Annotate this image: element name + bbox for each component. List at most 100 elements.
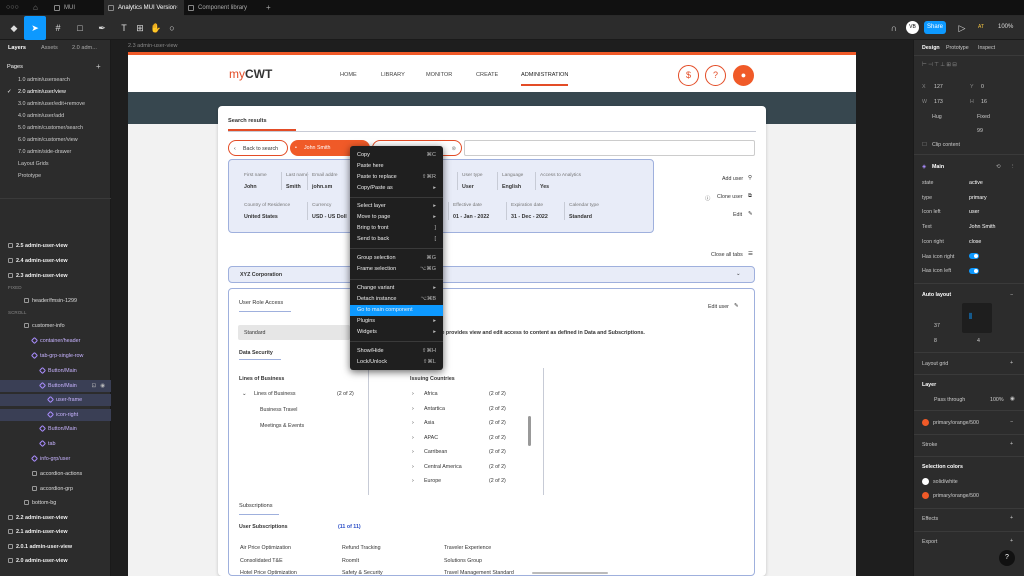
tab-layers[interactable]: Layers [8,45,26,51]
nav-monitor[interactable]: MONITOR [426,72,452,78]
alignment-grid[interactable]: ⫴ [962,303,992,333]
nav-home[interactable]: HOME [340,72,357,78]
tab-analytics[interactable]: Analytics MUI Version × [104,0,184,16]
chevron-right-icon[interactable]: › [412,464,414,470]
chevron-down-icon[interactable]: ⌄ [736,271,740,277]
eye-icon[interactable]: ◉ [1010,396,1015,402]
blend-mode-select[interactable]: Pass through [934,397,965,403]
page-item[interactable]: 1.0 admin/usersearch [0,74,111,86]
x-value[interactable]: 127 [934,84,943,90]
frame-label[interactable]: 2.3 admin-user-view [128,43,178,49]
color-white[interactable]: solid/white [933,479,958,485]
move-tool-icon[interactable]: ➤ [24,16,46,40]
menu-item[interactable]: Show/Hide ⇧⌘H [350,346,443,357]
add-user-button[interactable]: Add user [722,176,743,182]
layer-item[interactable]: 2.0.1 admin-user-view [0,541,111,553]
gap-value[interactable]: 37 [934,323,940,329]
search-input[interactable] [464,140,755,156]
country-name[interactable]: Central America [424,464,462,470]
home-icon[interactable]: ⌂ [33,3,38,12]
window-controls-icon[interactable]: ○○○ [6,4,19,11]
w-value[interactable]: 173 [934,99,943,105]
clip-content-label[interactable]: Clip content [932,142,960,148]
lob-child[interactable]: Business Travel [260,407,297,413]
tab-design[interactable]: Design [922,45,940,51]
clone-user-button[interactable]: Clone user [717,194,743,200]
horizontal-scrollbar[interactable] [532,572,608,574]
menu-item[interactable]: Bring to front] [350,223,443,234]
menu-item[interactable]: Select layer ▸ [350,201,443,212]
add-user-icon[interactable]: ⚲ [748,175,752,181]
layer-item[interactable]: 2.2 admin-user-view [0,512,111,524]
lob-child[interactable]: Meetings & Events [260,423,304,429]
opacity-value[interactable]: 100% [990,397,1004,403]
close-all-tabs-button[interactable]: Close all tabs [711,252,743,258]
layer-item[interactable]: container/header [0,335,111,347]
add-page-icon[interactable]: + [96,62,101,71]
checkbox-icon[interactable]: ☐ [922,142,927,148]
layer-item[interactable]: bottom-bg [0,497,111,509]
user-avatar-icon[interactable]: ● [733,65,754,86]
tab-prototype[interactable]: Prototype [946,45,969,51]
pencil-icon[interactable]: ✎ [734,303,738,309]
padding-h-value[interactable]: 8 [934,338,937,344]
layer-item[interactable]: 2.5 admin-user-view [0,240,111,252]
layer-item[interactable]: user-frame [0,394,111,406]
country-name[interactable]: Asia [424,420,434,426]
component-name[interactable]: Main [932,164,944,170]
new-tab-button[interactable]: + [266,3,271,12]
resources-icon[interactable]: ⊞ [132,20,148,36]
menu-item[interactable]: Move to page ▸ [350,212,443,223]
share-button[interactable]: Share [924,21,946,34]
layer-item[interactable]: header/fmsin-1299 [0,295,111,307]
add-icon[interactable]: + [1010,441,1013,447]
menu-item[interactable]: Paste to replace ⇧⌘R [350,172,443,183]
country-name[interactable]: Carribean [424,449,447,455]
orange-swatch[interactable] [922,492,929,499]
menu-item[interactable]: Widgets ▸ [350,327,443,338]
present-icon[interactable]: ▷ [954,20,970,36]
hug-select[interactable]: Hug [932,114,942,120]
headphones-icon[interactable]: ∩ [886,20,902,36]
has-icon-left-toggle[interactable] [969,268,979,274]
pencil-icon[interactable]: ✎ [748,211,752,217]
menu-item[interactable]: Frame selection ⌥⌘G [350,264,443,275]
has-icon-right-toggle[interactable] [969,253,979,259]
help-icon[interactable]: ? [705,65,726,86]
fixed-select[interactable]: Fixed [977,114,990,120]
layer-item[interactable]: customer-info [0,320,111,332]
comment-icon[interactable]: ○ [164,20,180,36]
add-icon[interactable]: + [1010,538,1013,544]
page-item[interactable]: 3.0 admin/user/edit+remove [0,98,111,110]
menu-item[interactable]: Paste here [350,161,443,172]
layer-item[interactable]: tab-grp-single-row [0,350,111,362]
page-item[interactable]: ✓ 2.0 admin/user/view [0,86,111,98]
page-item[interactable]: Layout Grids [0,158,111,170]
layer-item[interactable]: Button/Main ◉ ⊡ [0,380,111,392]
close-icon[interactable]: × [174,0,178,16]
corp-accordion[interactable] [228,266,755,283]
add-icon[interactable]: + [1010,360,1013,366]
hand-tool-icon[interactable]: ✋ [148,20,164,36]
country-name[interactable]: Europe [424,478,441,484]
menu-item[interactable]: Lock/Unlock ⇧⌘L [350,357,443,368]
padding-v-value[interactable]: 4 [977,338,980,344]
menu-item[interactable]: Send to back [ [350,234,443,245]
layer-item[interactable]: accordion-grp [0,483,111,495]
tab-component-library[interactable]: Component library [184,0,260,16]
menu-item[interactable]: Change variant ▸ [350,283,443,294]
chevron-right-icon[interactable]: › [412,391,414,397]
page-item[interactable]: 7.0 admin/side-drawer [0,146,111,158]
minus-icon[interactable]: − [1010,292,1013,298]
layer-item[interactable]: accordion-actions [0,468,111,480]
nav-administration[interactable]: ADMINISTRATION [521,72,569,86]
fill-swatch[interactable] [922,419,929,426]
prop-value[interactable]: close [969,239,981,245]
layer-item[interactable]: 2.1 admin-user-view [0,526,111,538]
menu-item[interactable]: Group selection ⌘G [350,253,443,264]
close-icon[interactable]: ⊗ [452,141,456,157]
eye-icon[interactable]: ◉ [100,380,105,392]
prop-value[interactable]: John Smith [969,224,996,230]
align-icons[interactable]: ⊢ ⊣ ⊤ ⊥ ⊞ ⊟ [922,62,957,68]
chevron-right-icon[interactable]: › [412,449,414,455]
